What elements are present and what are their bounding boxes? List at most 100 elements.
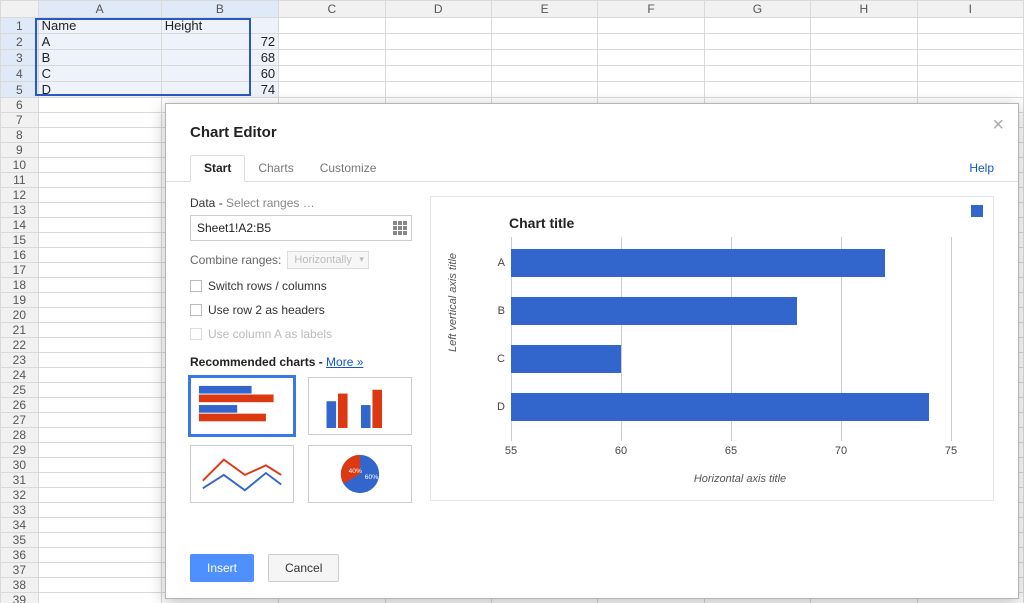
cell[interactable]	[491, 34, 597, 50]
cell[interactable]	[38, 458, 161, 473]
cell[interactable]	[279, 82, 385, 98]
cell[interactable]	[491, 18, 597, 34]
cell[interactable]	[38, 203, 161, 218]
row-header[interactable]: 13	[1, 203, 39, 218]
row-header[interactable]: 16	[1, 248, 39, 263]
row-header[interactable]: 36	[1, 548, 39, 563]
cell[interactable]	[38, 233, 161, 248]
cell[interactable]	[704, 82, 810, 98]
cell[interactable]	[704, 50, 810, 66]
cell[interactable]	[385, 82, 491, 98]
data-range-input[interactable]: Sheet1!A2:B5	[190, 215, 412, 241]
cell[interactable]: Name	[38, 18, 161, 34]
col-header[interactable]: D	[385, 1, 491, 18]
cell[interactable]	[38, 173, 161, 188]
row-header[interactable]: 14	[1, 218, 39, 233]
col-header[interactable]: B	[161, 1, 278, 18]
col-header[interactable]: G	[704, 1, 810, 18]
combine-ranges-select[interactable]: Horizontally	[287, 251, 368, 269]
cell[interactable]	[38, 338, 161, 353]
cell[interactable]	[917, 18, 1024, 34]
row-header[interactable]: 10	[1, 158, 39, 173]
cell[interactable]	[38, 113, 161, 128]
tab-charts[interactable]: Charts	[245, 156, 306, 181]
cell[interactable]	[279, 66, 385, 82]
row-header[interactable]: 2	[1, 34, 39, 50]
thumb-horizontal-bar[interactable]	[190, 377, 294, 435]
cell[interactable]: Height	[161, 18, 278, 34]
col-header[interactable]: F	[598, 1, 704, 18]
cell[interactable]	[38, 143, 161, 158]
col-header[interactable]: I	[917, 1, 1024, 18]
close-icon[interactable]: ×	[992, 114, 1004, 137]
cell[interactable]	[598, 66, 704, 82]
cell[interactable]	[491, 66, 597, 82]
cell[interactable]	[811, 50, 917, 66]
cell[interactable]	[38, 443, 161, 458]
cell[interactable]: C	[38, 66, 161, 82]
cell[interactable]	[385, 18, 491, 34]
row-header[interactable]: 27	[1, 413, 39, 428]
col-header[interactable]: E	[491, 1, 597, 18]
cell[interactable]	[38, 533, 161, 548]
cell[interactable]	[598, 82, 704, 98]
row-header[interactable]: 6	[1, 98, 39, 113]
row-header[interactable]: 24	[1, 368, 39, 383]
cell[interactable]	[38, 548, 161, 563]
row-header[interactable]: 29	[1, 443, 39, 458]
cell[interactable]	[38, 428, 161, 443]
cell[interactable]	[811, 18, 917, 34]
cell[interactable]	[38, 98, 161, 113]
cell[interactable]	[279, 50, 385, 66]
row-header[interactable]: 19	[1, 293, 39, 308]
row-header[interactable]: 20	[1, 308, 39, 323]
row-header[interactable]: 25	[1, 383, 39, 398]
cell[interactable]	[38, 188, 161, 203]
switch-rows-checkbox[interactable]	[190, 280, 202, 292]
row-header[interactable]: 28	[1, 428, 39, 443]
row-header[interactable]: 39	[1, 593, 39, 603]
cell[interactable]	[38, 158, 161, 173]
cell[interactable]	[38, 353, 161, 368]
row-header[interactable]: 32	[1, 488, 39, 503]
cell[interactable]	[385, 66, 491, 82]
tab-customize[interactable]: Customize	[307, 156, 390, 181]
cell[interactable]: A	[38, 34, 161, 50]
row2-headers-checkbox[interactable]	[190, 304, 202, 316]
row-header[interactable]: 17	[1, 263, 39, 278]
cell[interactable]	[38, 128, 161, 143]
cell[interactable]	[38, 308, 161, 323]
cell[interactable]	[598, 34, 704, 50]
select-range-icon[interactable]	[393, 221, 407, 235]
cell[interactable]	[811, 82, 917, 98]
cell[interactable]: D	[38, 82, 161, 98]
more-charts-link[interactable]: More »	[326, 355, 363, 369]
cell[interactable]	[704, 66, 810, 82]
row-header[interactable]: 11	[1, 173, 39, 188]
row-header[interactable]: 31	[1, 473, 39, 488]
cell[interactable]	[811, 66, 917, 82]
tab-start[interactable]: Start	[190, 155, 245, 182]
cell[interactable]	[704, 18, 810, 34]
cell[interactable]	[38, 563, 161, 578]
cell[interactable]	[38, 578, 161, 593]
row-header[interactable]: 12	[1, 188, 39, 203]
thumb-line[interactable]	[190, 445, 294, 503]
cell[interactable]	[38, 293, 161, 308]
row-header[interactable]: 8	[1, 128, 39, 143]
cell[interactable]	[917, 34, 1024, 50]
cell[interactable]	[917, 66, 1024, 82]
cell[interactable]	[917, 82, 1024, 98]
cell[interactable]	[279, 34, 385, 50]
cell[interactable]	[38, 518, 161, 533]
thumb-column[interactable]	[308, 377, 412, 435]
row-header[interactable]: 38	[1, 578, 39, 593]
row-header[interactable]: 34	[1, 518, 39, 533]
help-link[interactable]: Help	[969, 161, 994, 181]
cell[interactable]	[38, 383, 161, 398]
cancel-button[interactable]: Cancel	[268, 554, 339, 582]
cell[interactable]	[38, 488, 161, 503]
cell[interactable]: 68	[161, 50, 278, 66]
cell[interactable]	[38, 248, 161, 263]
cell[interactable]	[38, 398, 161, 413]
